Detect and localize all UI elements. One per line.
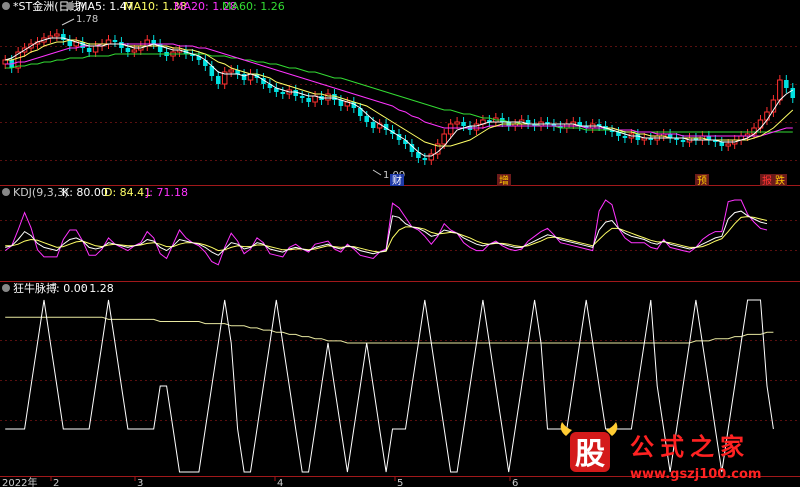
collapse-icon[interactable]	[2, 2, 10, 10]
x-tick-label: 2	[53, 478, 59, 487]
x-tick-label: 4	[277, 478, 283, 487]
stock-title: *ST金洲(日线)	[13, 0, 85, 13]
kdj-panel	[4, 199, 768, 266]
candle-body	[306, 98, 311, 102]
candle-body	[777, 79, 783, 101]
low-price-pointer	[372, 169, 382, 176]
candle-body	[784, 80, 789, 88]
x-tick-label: 5	[397, 478, 403, 487]
ma20-line	[5, 43, 793, 137]
candle-body	[454, 121, 460, 125]
grid-lines	[0, 46, 800, 421]
settings-icon[interactable]	[66, 2, 74, 10]
marker-report[interactable]: 报	[762, 174, 772, 187]
candle-body	[92, 45, 99, 53]
price-header: *ST金洲(日线) MA5: 1.47 MA10: 1.38 MA20: 1.2…	[2, 0, 285, 13]
logo-char: 股	[575, 437, 605, 472]
candle-body	[86, 48, 92, 52]
candle-body	[151, 40, 156, 44]
candle-body	[299, 96, 305, 98]
high-price-label: 1.78	[76, 14, 98, 25]
candle-body	[125, 48, 131, 52]
pulse-value-2: : 1.28	[82, 282, 114, 295]
candle-body	[280, 92, 286, 94]
candle-body	[441, 133, 447, 145]
kdj-k-label: K: 80.00	[62, 186, 108, 199]
high-price-pointer	[61, 18, 75, 26]
kdj-j-label: J: 71.18	[145, 186, 188, 199]
candle-body	[622, 136, 628, 138]
x-tick-label: 3	[137, 478, 143, 487]
candle-body	[461, 122, 466, 126]
candle-body	[719, 142, 725, 146]
candle-body	[422, 158, 428, 160]
price-panel	[2, 29, 796, 165]
kdj-d-label: D: 84.41	[104, 186, 151, 199]
marker-increase[interactable]: 增	[499, 174, 509, 187]
site-name: 公式之家	[630, 433, 750, 461]
candle-body	[228, 69, 234, 73]
candle-body	[105, 39, 112, 45]
kdj-k-line	[5, 210, 768, 256]
candle-body	[790, 88, 796, 98]
candle-body	[370, 122, 376, 128]
site-url: www.gszj100.com	[630, 467, 761, 482]
kdj-title: KDJ(9,3,3)	[13, 186, 69, 199]
candle-body	[131, 49, 138, 53]
x-tick-label: 2022年	[2, 476, 37, 487]
candle-body	[215, 76, 221, 84]
candle-body	[241, 74, 247, 80]
pulse-header: 狂牛脉搏 : 0.00 : 1.28	[2, 281, 114, 295]
candle-body	[764, 111, 770, 121]
collapse-icon[interactable]	[2, 188, 10, 196]
kdj-header: KDJ(9,3,3) K: 80.00 D: 84.41 J: 71.18	[2, 186, 188, 199]
marker-drop[interactable]: 跌	[775, 174, 785, 187]
marker-forecast[interactable]: 预	[697, 175, 707, 187]
pulse-title: 狂牛脉搏	[13, 281, 57, 295]
candle-body	[325, 93, 331, 101]
candle-body	[725, 143, 731, 147]
candle-body	[473, 123, 480, 131]
candle-body	[447, 123, 454, 135]
marker-earnings[interactable]: 财	[392, 174, 402, 187]
collapse-icon[interactable]	[2, 284, 10, 292]
candle-body	[680, 140, 686, 142]
candle-body	[112, 40, 118, 42]
kdj-j-line	[4, 199, 768, 266]
candle-body	[54, 33, 60, 37]
watermark: 股 公式之家 www.gszj100.com	[560, 422, 761, 482]
ma60-line	[5, 53, 793, 133]
candle-body	[61, 34, 66, 40]
bull-horn-icon	[560, 422, 572, 436]
x-tick-label: 6	[512, 478, 518, 487]
x-axis: 2022年 2 3 4 5 6	[2, 476, 518, 487]
candle-body	[2, 59, 8, 65]
stock-chart: *ST金洲(日线) MA5: 1.47 MA10: 1.38 MA20: 1.2…	[0, 0, 800, 487]
candle-body	[364, 116, 369, 122]
ma60-label: MA60: 1.26	[222, 0, 285, 13]
pulse-trend-line	[5, 316, 774, 344]
